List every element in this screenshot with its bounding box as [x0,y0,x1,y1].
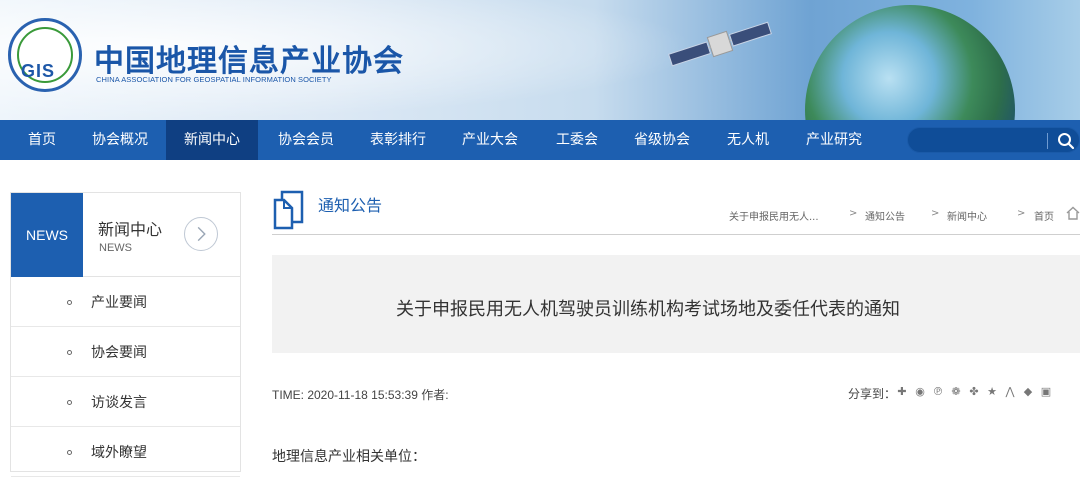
sidebar-item-label: 访谈发言 [91,395,147,411]
sidebar-news-tag: NEWS [11,193,83,277]
share-renren-icon[interactable]: ⋀ [1004,386,1016,398]
satellite-graphic [668,21,772,67]
share-douban-icon[interactable]: ✤ [968,386,980,398]
sidebar-item-interviews[interactable]: 访谈发言 [11,377,240,427]
breadcrumb-notices[interactable]: 通知公告 [865,208,905,223]
section-divider [272,234,1080,235]
bullet-icon [67,400,72,405]
share-wechat-icon[interactable]: ❁ [950,386,962,398]
share-qzone-icon[interactable]: ℗ [932,386,944,398]
share-tieba-icon[interactable]: ◆ [1022,386,1034,398]
breadcrumb-current: 关于申报民用无人... [729,212,819,223]
share-weibo-icon[interactable]: ◉ [914,386,926,398]
search-input[interactable] [920,131,1040,151]
home-icon[interactable] [1066,206,1080,220]
document-icon [273,190,304,230]
share-plus-icon[interactable]: ✚ [896,386,908,398]
nav-conference[interactable]: 产业大会 [450,120,530,160]
site-title[interactable]: 中国地理信息产业协会 [94,36,404,80]
article-title-box: 关于申报民用无人机驾驶员训练机构考试场地及委任代表的通知 [272,255,1080,353]
nav-members[interactable]: 协会会员 [266,120,346,160]
search-divider [1047,133,1048,149]
logo-gis-text: GIS [21,61,56,81]
sidebar-item-label: 产业要闻 [91,295,147,311]
site-subtitle: CHINA ASSOCIATION FOR GEOSPATIAL INFORMA… [96,75,332,84]
breadcrumb-separator: > [849,208,858,219]
nav-news[interactable]: 新闻中心 [166,120,258,160]
header-banner: GIS 中国地理信息产业协会 CHINA ASSOCIATION FOR GEO… [0,0,1080,120]
breadcrumb-news[interactable]: 新闻中心 [947,208,987,223]
breadcrumb-separator: > [1017,208,1026,219]
sidebar-item-label: 协会要闻 [91,345,147,361]
share-more-icon[interactable]: ▣ [1040,386,1052,398]
association-logo[interactable]: GIS [8,18,82,92]
sidebar-title: 新闻中心 [98,220,163,239]
nav-uav[interactable]: 无人机 [716,120,780,160]
nav-provincial[interactable]: 省级协会 [622,120,702,160]
article-body: 地理信息产业相关单位： [272,449,426,465]
share-label: 分享到： [848,387,897,401]
sidebar-item-industry-news[interactable]: 产业要闻 [11,277,240,327]
search-icon[interactable] [1056,131,1076,151]
nav-awards[interactable]: 表彰排行 [358,120,438,160]
sidebar-item-association-news[interactable]: 协会要闻 [11,327,240,377]
nav-about[interactable]: 协会概况 [82,120,158,160]
article-title: 关于申报民用无人机驾驶员训练机构考试场地及委任代表的通知 [396,299,900,320]
sidebar-header: NEWS 新闻中心 NEWS [11,193,240,277]
chevron-right-icon[interactable] [184,217,218,251]
nav-research[interactable]: 产业研究 [794,120,874,160]
nav-home[interactable]: 首页 [12,120,72,160]
earth-graphic [805,5,1015,120]
bullet-icon [67,300,72,305]
article-meta: TIME: 2020-11-18 15:53:39 作者: [272,388,449,402]
nav-committee[interactable]: 工委会 [545,120,609,160]
bullet-icon [67,350,72,355]
breadcrumb-home[interactable]: 首页 [1034,208,1054,223]
sidebar: NEWS 新闻中心 NEWS 产业要闻 协会要闻 访谈发言 域外瞭望 [10,192,241,477]
sidebar-item-label: 域外瞭望 [91,445,147,461]
bullet-icon [67,450,72,455]
sidebar-title-en: NEWS [99,242,132,254]
search-box [907,127,1080,153]
share-star-icon[interactable]: ★ [986,386,998,398]
breadcrumb-separator: > [931,208,940,219]
section-title: 通知公告 [318,196,383,215]
sidebar-item-overseas[interactable]: 域外瞭望 [11,427,240,477]
